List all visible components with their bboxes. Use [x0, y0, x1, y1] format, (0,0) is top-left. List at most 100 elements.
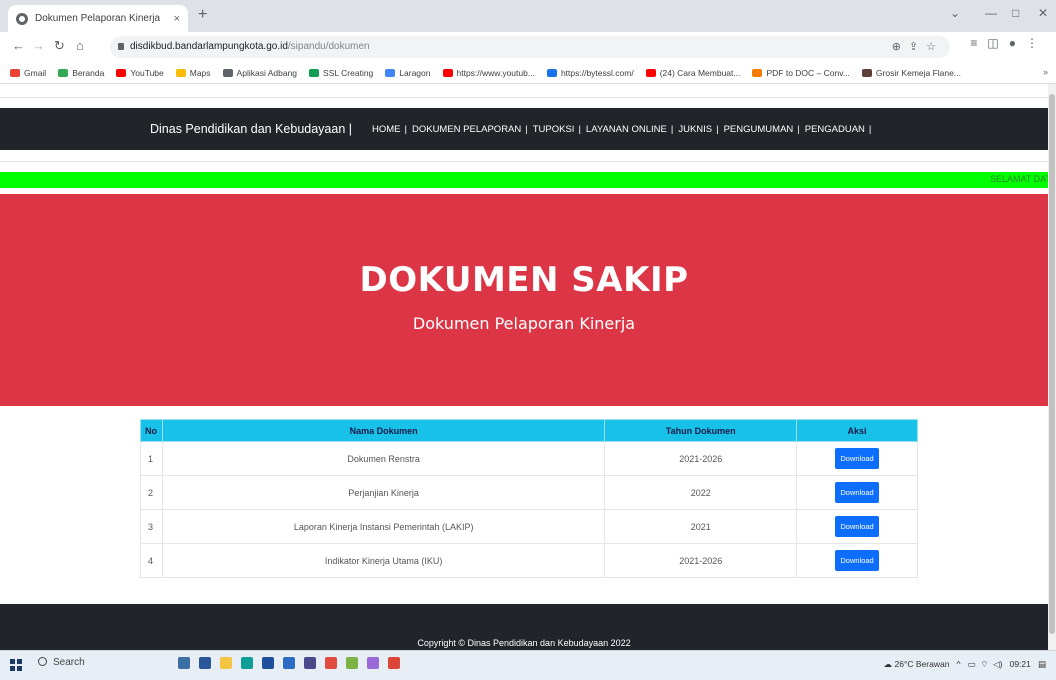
reading-list-icon[interactable]: ≡	[970, 36, 987, 50]
marquee-text: SELAMAT DAT	[990, 174, 1048, 184]
bookmark-laragon[interactable]: Laragon	[385, 68, 431, 78]
search-icon	[38, 657, 47, 666]
feather-icon[interactable]	[346, 657, 358, 669]
bookmark-bytessl[interactable]: https://bytessl.com/	[546, 68, 634, 78]
documents-table-wrapper: No Nama Dokumen Tahun Dokumen Aksi 1 Dok…	[140, 419, 918, 578]
browser-tab[interactable]: Dokumen Pelaporan Kinerja ×	[8, 5, 188, 32]
maximize-button[interactable]: □	[1012, 6, 1019, 20]
side-panel-icon[interactable]: ◫	[987, 36, 1008, 50]
chrome-icon[interactable]	[388, 657, 400, 669]
minimize-button[interactable]: —	[985, 6, 997, 20]
hero-banner: DOKUMEN SAKIP Dokumen Pelaporan Kinerja	[0, 194, 1048, 406]
shop-icon	[861, 68, 872, 77]
cell-no: 2	[140, 475, 163, 510]
nav-menu: HOME | DOKUMEN PELAPORAN | TUPOKSI | LAYANA…	[372, 123, 872, 135]
file-explorer-icon[interactable]	[220, 657, 232, 669]
menu-kebab-icon[interactable]: ⋮	[1026, 36, 1048, 50]
table-row: 3 Laporan Kinerja Instansi Pemerintah (L…	[140, 509, 918, 544]
taskbar-search[interactable]: Search	[38, 657, 85, 668]
weather-icon[interactable]: ☁	[884, 659, 893, 669]
bookmark-cara-membuat[interactable]: (24) Cara Membuat...	[645, 68, 740, 78]
profile-icon[interactable]: ●	[1009, 36, 1026, 50]
tab-close-icon[interactable]: ×	[174, 13, 180, 25]
windows-taskbar: Search ☁ 26°C Berawan ^ ▭ ⌔ ◁) 09:21 ▤	[0, 650, 1056, 680]
forward-arrow-icon[interactable]: →	[32, 39, 45, 53]
tray-chevron-icon[interactable]: ^	[957, 659, 961, 669]
beranda-icon	[58, 68, 69, 77]
back-arrow-icon[interactable]: ←	[12, 39, 25, 53]
home-icon[interactable]: ⌂	[76, 39, 84, 53]
clock-time[interactable]: 09:21	[1010, 659, 1031, 669]
bookmark-youtube[interactable]: YouTube	[116, 68, 164, 78]
pin-icon[interactable]	[367, 657, 379, 669]
address-bar-row: ← → ↻ ⌂ disdikbud.bandarlampungkota.go.i…	[0, 32, 1056, 62]
nav-item-juknis[interactable]: JUKNIS	[678, 124, 712, 135]
cell-aksi: Download	[796, 543, 918, 578]
bookmark-beranda[interactable]: Beranda	[58, 68, 104, 78]
notification-icon[interactable]: ▤	[1038, 659, 1046, 669]
documents-table: No Nama Dokumen Tahun Dokumen Aksi 1 Dok…	[140, 419, 918, 578]
scrollbar-thumb[interactable]	[1049, 94, 1055, 634]
youtube-icon	[645, 68, 656, 77]
url-path: /sipandu/dokumen	[287, 41, 370, 52]
new-tab-button[interactable]: +	[198, 7, 207, 23]
bookmark-maps[interactable]: Maps	[175, 68, 211, 78]
media-icon[interactable]	[325, 657, 337, 669]
maps-pin-icon	[175, 68, 186, 77]
nav-item-layanan-online[interactable]: LAYANAN ONLINE	[586, 124, 667, 135]
weather-text[interactable]: 26°C Berawan	[895, 659, 950, 669]
nav-item-home[interactable]: HOME	[372, 124, 401, 135]
close-window-button[interactable]: ✕	[1038, 6, 1048, 20]
site-brand[interactable]: Dinas Pendidikan dan Kebudayaan |	[150, 122, 352, 136]
zoom-icon[interactable]: ⊕	[892, 41, 909, 53]
nav-item-pengaduan[interactable]: PENGADUAN	[805, 124, 865, 135]
table-header-row: No Nama Dokumen Tahun Dokumen Aksi	[140, 419, 918, 442]
cell-aksi: Download	[796, 441, 918, 476]
word-icon[interactable]	[262, 657, 274, 669]
app-icon[interactable]	[304, 657, 316, 669]
cell-no: 1	[140, 441, 163, 476]
nav-item-pengumuman[interactable]: PENGUMUMAN	[724, 124, 794, 135]
network-icon[interactable]: ⌔	[980, 659, 988, 669]
bookmark-youtube-link[interactable]: https://www.youtub...	[442, 68, 535, 78]
bookmark-ssl-creating[interactable]: SSL Creating	[309, 68, 373, 78]
bookmarks-more-icon[interactable]: »	[1043, 67, 1048, 77]
cell-no: 4	[140, 543, 163, 578]
battery-icon[interactable]: ▭	[968, 659, 976, 669]
volume-icon[interactable]: ◁)	[993, 659, 1002, 669]
cell-tahun: 2021	[604, 509, 798, 544]
taskbar-apps	[178, 657, 409, 669]
cell-tahun: 2022	[604, 475, 798, 510]
store-icon[interactable]	[199, 657, 211, 669]
bookmark-grosir-kemeja[interactable]: Grosir Kemeja Flane...	[861, 68, 961, 78]
nav-item-tupoksi[interactable]: TUPOKSI	[533, 124, 575, 135]
gmail-icon	[10, 68, 20, 77]
share-icon[interactable]: ⇪	[909, 41, 926, 53]
edge-icon[interactable]	[241, 657, 253, 669]
bytessl-icon	[546, 68, 557, 77]
divider	[0, 97, 1048, 98]
system-tray: ☁ 26°C Berawan ^ ▭ ⌔ ◁) 09:21 ▤	[884, 659, 1046, 670]
bookmark-aplikasi-adbang[interactable]: Aplikasi Adbang	[222, 68, 297, 78]
task-view-icon[interactable]	[178, 657, 190, 669]
pdf-icon	[752, 68, 763, 77]
outlook-icon[interactable]	[283, 657, 295, 669]
download-button[interactable]: Download	[835, 516, 879, 537]
download-button[interactable]: Download	[835, 550, 879, 571]
column-header-nama-dokumen: Nama Dokumen	[161, 419, 606, 442]
cell-nama-dokumen: Laporan Kinerja Instansi Pemerintah (LAK…	[161, 509, 606, 544]
page-scrollbar[interactable]	[1048, 84, 1056, 650]
bookmark-pdf-to-doc[interactable]: PDF to DOC – Conv...	[752, 68, 850, 78]
download-button[interactable]: Download	[835, 448, 879, 469]
download-button[interactable]: Download	[835, 482, 879, 503]
bookmark-star-icon[interactable]: ☆	[926, 41, 944, 53]
nav-item-dokumen-pelaporan[interactable]: DOKUMEN PELAPORAN	[412, 124, 521, 135]
url-input[interactable]: disdikbud.bandarlampungkota.go.id/sipand…	[110, 36, 950, 58]
bookmark-gmail[interactable]: Gmail	[10, 68, 46, 78]
windows-start-icon[interactable]	[10, 659, 22, 671]
omnibox-actions: ⊕⇪☆	[892, 36, 944, 58]
tab-search-icon[interactable]: ⌄	[950, 6, 960, 20]
column-header-no: No	[140, 419, 163, 442]
extension-icons: ≡◫●⋮	[970, 36, 1048, 50]
reload-icon[interactable]: ↻	[54, 39, 65, 53]
